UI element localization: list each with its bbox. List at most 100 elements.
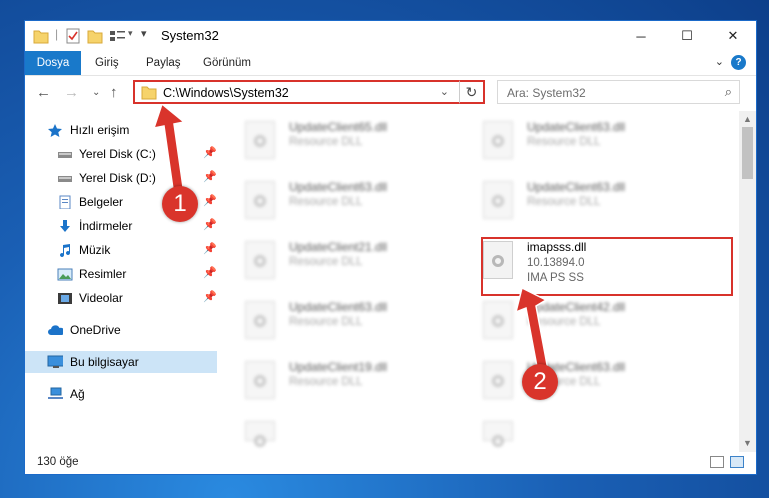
properties-icon[interactable]: [65, 27, 81, 45]
vertical-scrollbar[interactable]: ▲ ▼: [739, 111, 756, 452]
file-name: UpdateClient21.dll: [289, 240, 388, 254]
up-arrow-icon[interactable]: ↑: [110, 84, 118, 101]
scroll-down-icon[interactable]: ▼: [739, 435, 756, 452]
nav-item-network[interactable]: Ağ: [25, 383, 217, 405]
nav-item-label: Resimler: [79, 267, 127, 281]
file-tile[interactable]: [221, 417, 441, 447]
drive-icon: [58, 176, 72, 182]
scrollbar-thumb[interactable]: [742, 127, 753, 179]
dll-file-icon: [245, 121, 275, 159]
file-type: Resource DLL: [289, 136, 363, 148]
tab-file[interactable]: Dosya: [25, 51, 81, 75]
status-bar: 130 öğe: [25, 452, 756, 474]
maximize-button[interactable]: ☐: [664, 21, 710, 51]
file-type: Resource DLL: [289, 196, 363, 208]
file-list: UpdateClient65.dll Resource DLL UpdateCl…: [221, 111, 736, 452]
music-icon: [60, 244, 71, 257]
chevron-down-icon[interactable]: ⌄: [440, 85, 449, 98]
dll-file-icon: [245, 241, 275, 279]
file-tile[interactable]: UpdateClient19.dll Resource DLL: [221, 357, 441, 403]
file-type: Resource DLL: [527, 136, 601, 148]
view-options-icon[interactable]: [109, 27, 127, 45]
dll-file-icon: [483, 361, 513, 399]
callout-badge-2: 2: [522, 364, 558, 400]
file-tile[interactable]: [459, 417, 679, 447]
tiles-view-icon[interactable]: [730, 456, 744, 468]
nav-item-label: Müzik: [79, 243, 111, 257]
dll-file-icon: [245, 181, 275, 219]
file-type: Resource DLL: [289, 316, 363, 328]
file-tile[interactable]: UpdateClient21.dll Resource DLL: [221, 237, 441, 283]
file-tile[interactable]: UpdateClient63.dll Resource DLL: [459, 177, 679, 223]
nav-item-label: Hızlı erişim: [70, 123, 130, 137]
nav-item-label: Yerel Disk (C:): [79, 147, 156, 161]
nav-item-music[interactable]: Müzik 📌: [25, 239, 217, 261]
close-button[interactable]: ✕: [710, 21, 756, 51]
help-icon[interactable]: ?: [731, 55, 746, 70]
file-name: UpdateClient65.dll: [289, 120, 388, 134]
file-type: Resource DLL: [527, 196, 601, 208]
dll-file-icon: [245, 421, 275, 447]
pictures-icon: [57, 268, 73, 281]
pin-icon: 📌: [203, 195, 217, 207]
nav-item-this-pc[interactable]: Bu bilgisayar: [25, 351, 217, 373]
recent-locations-icon[interactable]: ⌄: [92, 87, 100, 98]
back-arrow-icon[interactable]: ←: [36, 84, 51, 101]
scroll-up-icon[interactable]: ▲: [739, 111, 756, 128]
details-view-icon[interactable]: [710, 456, 724, 468]
item-count: 130 öğe: [37, 456, 79, 468]
pin-icon: 📌: [203, 243, 217, 255]
address-bar[interactable]: C:\Windows\System32 ⌄: [133, 80, 485, 104]
file-tile[interactable]: UpdateClient63.dll Resource DLL: [459, 117, 679, 163]
folder-icon: [141, 86, 157, 100]
dll-file-icon: [483, 181, 513, 219]
dll-file-icon: [483, 421, 513, 447]
file-tile[interactable]: UpdateClient65.dll Resource DLL: [221, 117, 441, 163]
tab-view[interactable]: Görünüm: [203, 51, 251, 75]
chevron-down-icon[interactable]: ▾: [128, 28, 133, 39]
pin-icon: 📌: [203, 219, 217, 231]
pin-icon: 📌: [203, 267, 217, 279]
file-type: Resource DLL: [289, 256, 363, 268]
refresh-button[interactable]: ↻: [459, 80, 485, 104]
cloud-icon: [48, 325, 63, 335]
title-bar: | ▾ ▾ System32 ─ ☐ ✕: [25, 21, 756, 51]
star-icon: [48, 124, 62, 137]
explorer-window: | ▾ ▾ System32 ─ ☐ ✕ Dosya Giriş Paylaş …: [24, 20, 757, 475]
videos-icon: [58, 293, 72, 304]
address-path: C:\Windows\System32: [163, 86, 289, 100]
nav-item-onedrive[interactable]: OneDrive: [25, 319, 217, 341]
file-tile[interactable]: UpdateClient63.dll Resource DLL: [221, 297, 441, 343]
nav-item-label: Videolar: [79, 291, 123, 305]
dll-file-icon: [483, 301, 513, 339]
computer-icon: [47, 355, 63, 368]
customize-toolbar-icon[interactable]: ▾: [141, 27, 147, 40]
nav-item-label: Yerel Disk (D:): [79, 171, 156, 185]
file-tile[interactable]: UpdateClient63.dll Resource DLL: [221, 177, 441, 223]
minimize-button[interactable]: ─: [618, 21, 664, 51]
new-folder-icon[interactable]: [87, 27, 103, 45]
ribbon-expand-icon[interactable]: ⌄: [715, 55, 724, 68]
file-tile[interactable]: UpdateClient63.dll Resource DLL: [459, 357, 679, 403]
pin-icon: 📌: [203, 291, 217, 303]
file-tile[interactable]: UpdateClient42.dll Resource DLL: [459, 297, 679, 343]
refresh-icon: ↻: [465, 84, 478, 100]
ribbon-tabs: Dosya Giriş Paylaş Görünüm ⌄ ?: [25, 51, 756, 76]
file-name: UpdateClient63.dll: [289, 300, 388, 314]
dll-file-icon: [483, 121, 513, 159]
navigation-bar: ← → ⌄ ↑ C:\Windows\System32 ⌄ ↻ Ara: Sys…: [25, 76, 756, 110]
nav-item-videos[interactable]: Videolar 📌: [25, 287, 217, 309]
nav-item-pictures[interactable]: Resimler 📌: [25, 263, 217, 285]
nav-item-label: Belgeler: [79, 195, 124, 209]
tab-share[interactable]: Paylaş: [146, 51, 181, 75]
nav-item-label: İndirmeler: [79, 219, 133, 233]
dll-file-icon: [245, 301, 275, 339]
pin-icon: 📌: [203, 147, 217, 159]
nav-item-label: OneDrive: [70, 323, 121, 337]
search-box[interactable]: Ara: System32 ⌕: [497, 80, 740, 104]
forward-arrow-icon[interactable]: →: [64, 84, 79, 101]
tab-home[interactable]: Giriş: [95, 51, 119, 75]
folder-icon: [33, 30, 49, 44]
window-title: System32: [161, 28, 219, 43]
dll-file-icon: [245, 361, 275, 399]
